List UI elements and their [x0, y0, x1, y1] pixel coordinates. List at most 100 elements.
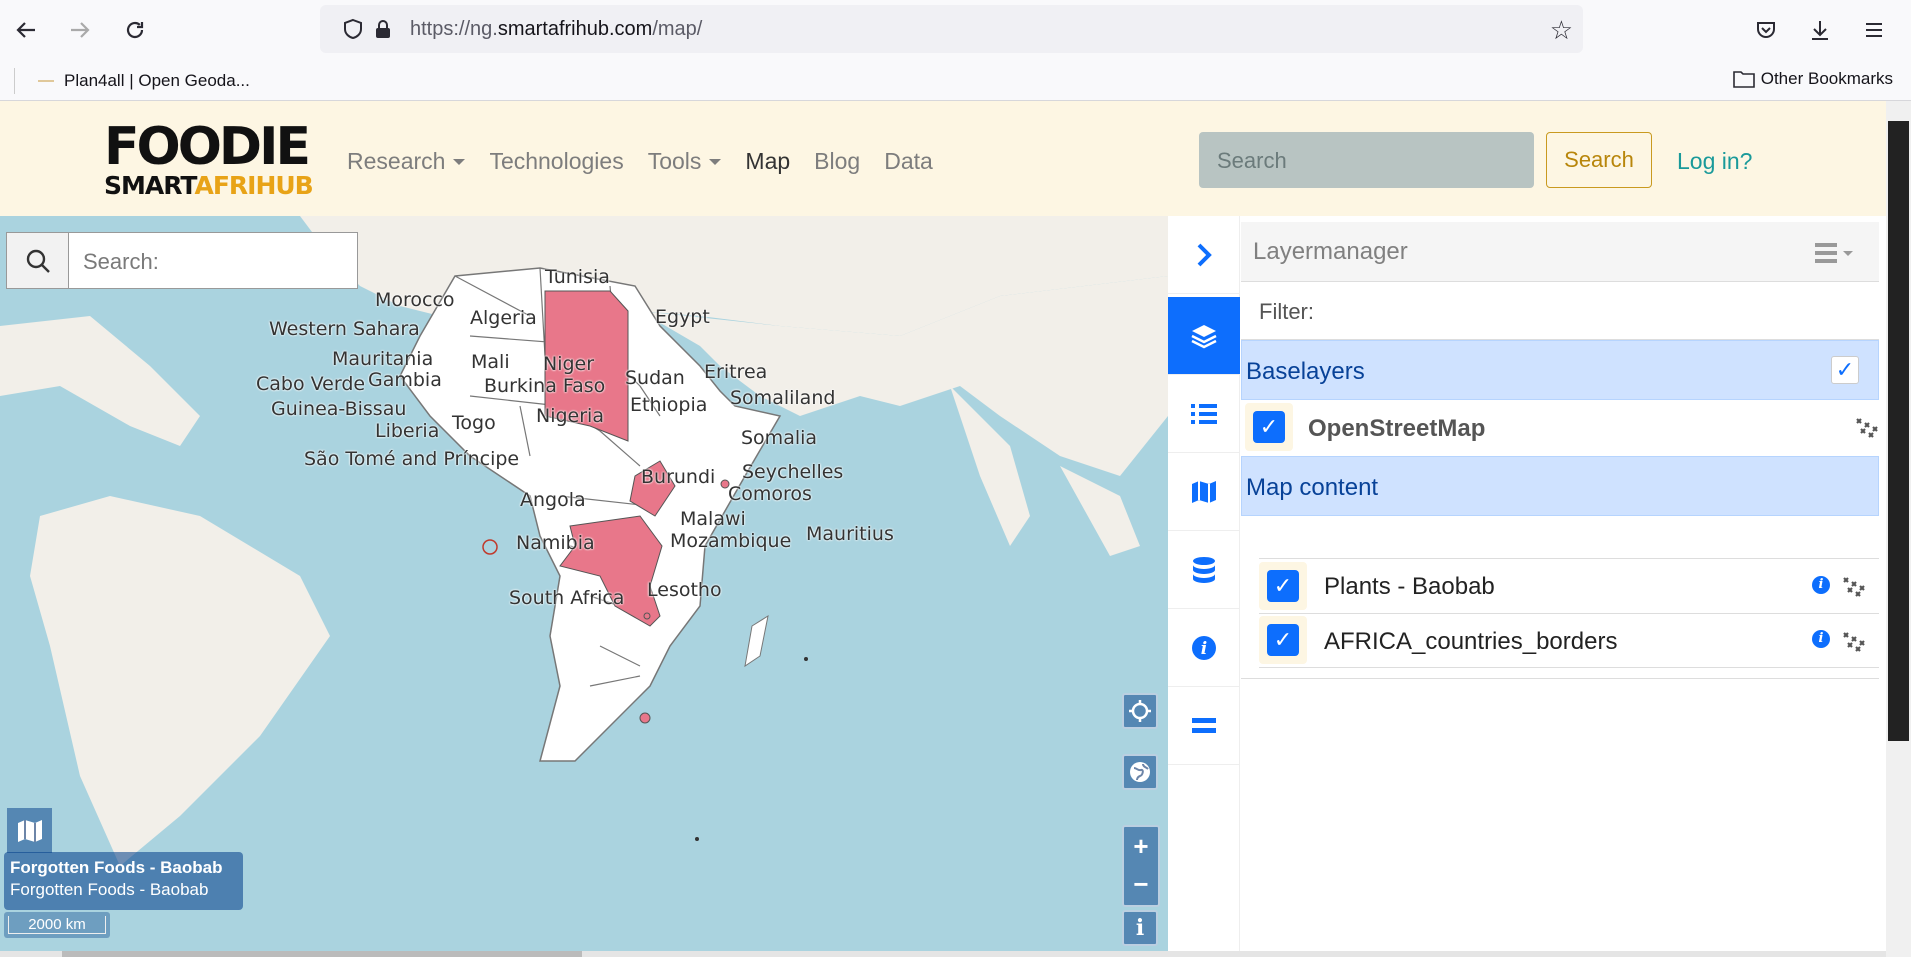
- map-label: Malawi: [680, 508, 746, 530]
- layer-name: AFRICA_countries_borders: [1324, 628, 1618, 655]
- pocket-icon[interactable]: [1750, 14, 1782, 46]
- layer-filter-input[interactable]: Filter:: [1241, 282, 1879, 340]
- baselayers-checkbox[interactable]: ✓: [1831, 356, 1859, 384]
- main-nav: Research Technologies Tools Map Blog Dat…: [347, 148, 957, 175]
- layer-settings-icon[interactable]: [1855, 415, 1879, 439]
- horizontal-scrollbar[interactable]: [0, 951, 1886, 957]
- login-link[interactable]: Log in?: [1677, 148, 1752, 175]
- map-label: Seychelles: [742, 461, 844, 483]
- layer-checkbox[interactable]: ✓: [1267, 624, 1299, 656]
- map-label: Sudan: [625, 367, 685, 389]
- bookmark-favicon-icon: [38, 80, 54, 82]
- baselayers-label: Baselayers: [1246, 358, 1365, 385]
- download-icon[interactable]: [1804, 14, 1836, 46]
- zoom-out-button[interactable]: −: [1124, 865, 1158, 903]
- checkbox-wrap: ✓: [1245, 403, 1293, 451]
- panel-sidebar: i: [1168, 216, 1240, 957]
- map-label: South Africa: [509, 587, 625, 609]
- checkbox-wrap: ✓: [1259, 562, 1307, 610]
- browser-toolbar: https://ng.smartafrihub.com/map/ ☆: [0, 0, 1911, 60]
- layer-info-icon[interactable]: i: [1812, 576, 1830, 594]
- reload-icon[interactable]: [119, 14, 151, 46]
- globe-icon[interactable]: [1122, 754, 1158, 790]
- hamburger-menu-icon[interactable]: [1815, 242, 1857, 271]
- divider: [1259, 667, 1879, 668]
- nav-tools[interactable]: Tools: [648, 148, 722, 175]
- map-label: Nigeria: [536, 405, 604, 427]
- map-search[interactable]: Search:: [6, 232, 358, 289]
- bookmark-star-icon[interactable]: ☆: [1550, 15, 1573, 46]
- layermanager-header: Layermanager: [1241, 222, 1879, 282]
- caret-down-icon: [453, 158, 466, 165]
- equals-icon[interactable]: [1168, 687, 1240, 765]
- map-label: Burundi: [641, 466, 716, 488]
- logo-smartafrihub-text: SMARTAFRIHUB: [104, 171, 314, 200]
- layermanager-title: Layermanager: [1253, 238, 1408, 265]
- layer-settings-icon[interactable]: [1842, 574, 1866, 598]
- map-icon[interactable]: [1168, 453, 1240, 531]
- map-label: Mauritius: [806, 523, 894, 545]
- map-label: Eritrea: [704, 361, 768, 383]
- map-label: Liberia: [375, 420, 440, 442]
- nav-blog[interactable]: Blog: [814, 148, 860, 175]
- foodie-logo[interactable]: FOODIE SMARTAFRIHUB: [104, 121, 314, 199]
- map-label: Mozambique: [670, 530, 792, 552]
- shield-icon[interactable]: [342, 18, 364, 45]
- menu-icon[interactable]: [1858, 14, 1890, 46]
- scale-line: 2000 km: [4, 912, 110, 938]
- map-label: Guinea-Bissau: [271, 398, 407, 420]
- zoom-in-button[interactable]: +: [1124, 827, 1158, 865]
- layer-checkbox[interactable]: ✓: [1267, 570, 1299, 602]
- map-label: Ethiopia: [630, 394, 708, 416]
- map-label: Egypt: [655, 306, 710, 328]
- map-label: Comoros: [728, 483, 812, 505]
- baselayers-group[interactable]: Baselayers ✓: [1241, 340, 1879, 400]
- map-label: Mali: [471, 351, 510, 373]
- list-icon[interactable]: [1168, 375, 1240, 453]
- chevron-right-icon[interactable]: [1168, 216, 1240, 294]
- layer-settings-icon[interactable]: [1842, 629, 1866, 653]
- other-bookmarks-label: Other Bookmarks: [1760, 69, 1893, 88]
- back-icon[interactable]: [10, 14, 42, 46]
- divider: [1241, 678, 1879, 679]
- layer-row-openstreetmap[interactable]: ✓ OpenStreetMap: [1245, 400, 1883, 454]
- legend-map-icon[interactable]: [7, 808, 52, 853]
- bookmark-label: Plan4all | Open Geoda...: [64, 71, 250, 90]
- page-scrollbar[interactable]: [1886, 101, 1911, 957]
- map-search-input[interactable]: Search:: [69, 233, 173, 288]
- layer-row-plants-baobab[interactable]: ✓ Plants - Baobab i: [1259, 560, 1897, 614]
- scrollbar-thumb[interactable]: [1888, 121, 1909, 741]
- forward-icon[interactable]: [64, 14, 96, 46]
- scrollbar-thumb[interactable]: [62, 951, 582, 957]
- svg-text:i: i: [1201, 639, 1207, 659]
- info-button[interactable]: i: [1122, 910, 1158, 946]
- map-content-group[interactable]: Map content: [1241, 456, 1879, 516]
- nav-map[interactable]: Map: [745, 148, 790, 175]
- layer-checkbox[interactable]: ✓: [1253, 411, 1285, 443]
- site-search-input[interactable]: Search: [1199, 132, 1534, 188]
- url-text[interactable]: https://ng.smartafrihub.com/map/: [410, 18, 702, 41]
- checkbox-wrap: ✓: [1259, 616, 1307, 664]
- locate-icon[interactable]: [1122, 693, 1158, 729]
- caret-down-icon: [709, 158, 722, 165]
- nav-research[interactable]: Research: [347, 148, 466, 175]
- info-circle-icon[interactable]: i: [1168, 609, 1240, 687]
- nav-data[interactable]: Data: [884, 148, 933, 175]
- lock-icon[interactable]: [372, 18, 394, 45]
- site-header: FOODIE SMARTAFRIHUB Research Technologie…: [0, 101, 1886, 216]
- layer-row-africa-borders[interactable]: ✓ AFRICA_countries_borders i: [1259, 614, 1897, 668]
- layer-name: Plants - Baobab: [1324, 573, 1495, 600]
- search-icon[interactable]: [7, 233, 69, 288]
- layer-info-icon[interactable]: i: [1812, 630, 1830, 648]
- database-icon[interactable]: [1168, 531, 1240, 609]
- other-bookmarks[interactable]: Other Bookmarks: [1732, 69, 1893, 89]
- map-canvas[interactable]: Tunisia Morocco Algeria Egypt Western Sa…: [0, 216, 1168, 957]
- url-bar[interactable]: https://ng.smartafrihub.com/map/ ☆: [320, 5, 1583, 53]
- map-label: São Tomé and Príncipe: [304, 448, 520, 470]
- bookmark-item[interactable]: Plan4all | Open Geoda...: [38, 71, 250, 91]
- nav-technologies[interactable]: Technologies: [489, 148, 623, 175]
- layers-icon[interactable]: [1168, 297, 1240, 375]
- attribution-subtitle: Forgotten Foods - Baobab: [10, 880, 209, 899]
- site-search-button[interactable]: Search: [1546, 132, 1652, 188]
- layer-name: OpenStreetMap: [1308, 415, 1486, 442]
